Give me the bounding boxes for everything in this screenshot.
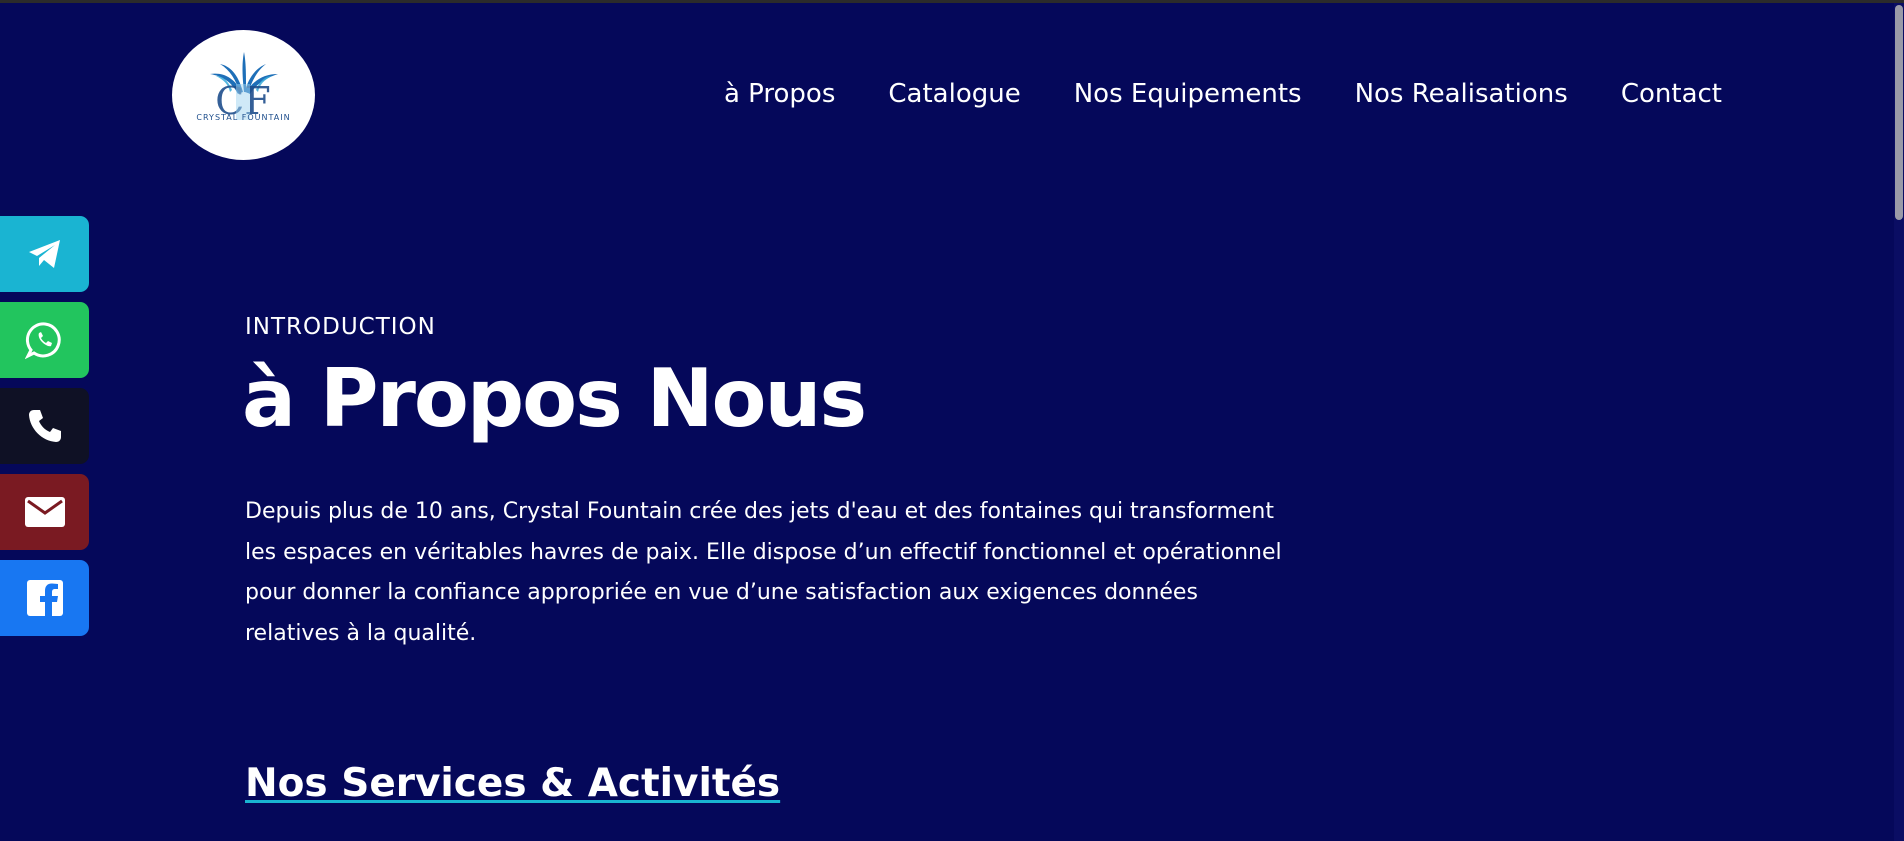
phone-icon: [28, 410, 61, 442]
services-title[interactable]: Nos Services & Activités: [245, 762, 780, 806]
facebook-icon: [26, 580, 63, 616]
whatsapp-icon: [24, 322, 61, 360]
nav-item-a-propos[interactable]: à Propos: [724, 79, 835, 109]
logo[interactable]: CF CRYSTAL FOUNTAIN: [172, 30, 315, 160]
intro-paragraph: Depuis plus de 10 ans, Crystal Fountain …: [245, 499, 1282, 646]
email-icon: [24, 497, 65, 527]
email-button[interactable]: [0, 474, 89, 550]
phone-button[interactable]: [0, 388, 89, 464]
nav-item-nos-equipements[interactable]: Nos Equipements: [1074, 79, 1302, 109]
page-title: à Propos Nous: [242, 352, 867, 445]
page: CF CRYSTAL FOUNTAIN à Propos Catalogue N…: [0, 0, 1904, 841]
facebook-button[interactable]: [0, 560, 89, 636]
scrollbar[interactable]: [1894, 3, 1904, 841]
nav-item-contact[interactable]: Contact: [1621, 79, 1722, 109]
social-sidebar: [0, 216, 89, 646]
main-nav: à Propos Catalogue Nos Equipements Nos R…: [724, 79, 1722, 109]
fountain-logo-icon: CF: [210, 52, 278, 123]
telegram-button[interactable]: [0, 216, 89, 292]
section-kicker: INTRODUCTION: [245, 314, 436, 340]
logo-text: CRYSTAL FOUNTAIN: [196, 113, 291, 122]
telegram-icon: [28, 240, 60, 268]
nav-item-nos-realisations[interactable]: Nos Realisations: [1355, 79, 1568, 109]
scrollbar-thumb[interactable]: [1895, 5, 1903, 220]
nav-item-catalogue[interactable]: Catalogue: [888, 79, 1020, 109]
whatsapp-button[interactable]: [0, 302, 89, 378]
